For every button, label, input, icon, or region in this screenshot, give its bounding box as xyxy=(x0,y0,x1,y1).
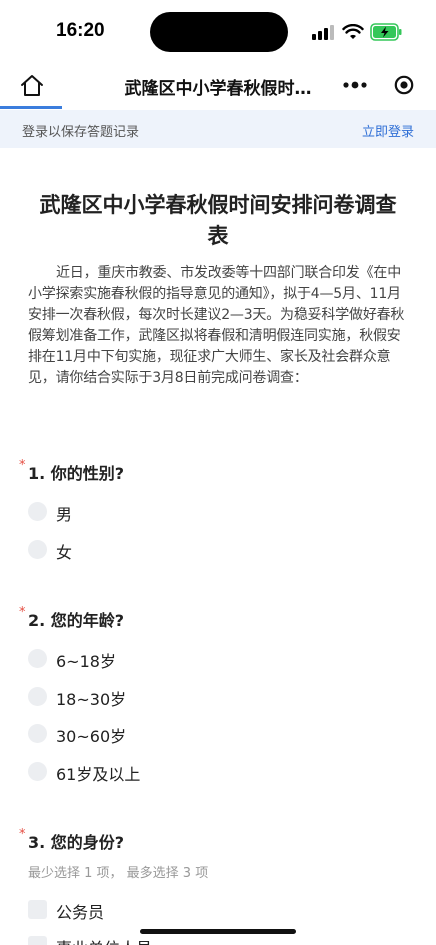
required-mark: * xyxy=(19,827,26,842)
page-title: 武隆区中小学春秋假时… xyxy=(124,79,312,99)
dynamic-island xyxy=(150,12,288,52)
close-mini-program-icon[interactable] xyxy=(394,75,414,95)
question-title: 1. 你的性别? xyxy=(28,464,125,483)
more-icon[interactable] xyxy=(342,76,368,94)
option-label: 18~30岁 xyxy=(56,690,127,709)
login-now-link[interactable]: 立即登录 xyxy=(362,121,414,140)
option-age-61-plus[interactable]: 61岁及以上 xyxy=(28,760,328,784)
status-bar: 16:20 xyxy=(0,0,436,64)
option-label: 公务员 xyxy=(56,903,105,922)
battery-charging-icon xyxy=(370,23,402,41)
checkbox[interactable] xyxy=(28,900,47,919)
radio-button[interactable] xyxy=(28,540,47,559)
radio-button[interactable] xyxy=(28,762,47,781)
required-mark: * xyxy=(19,458,26,473)
question-title: 3. 您的身份? xyxy=(28,833,125,852)
required-mark: * xyxy=(19,605,26,620)
option-label: 事业单位人员 xyxy=(56,935,152,945)
option-age-18-30[interactable]: 18~30岁 xyxy=(28,685,328,709)
option-female[interactable]: 女 xyxy=(28,538,328,562)
option-label: 30~60岁 xyxy=(56,727,127,746)
login-prompt-text: 登录以保存答题记录 xyxy=(22,125,140,140)
option-civil-servant[interactable]: 公务员 xyxy=(28,898,328,922)
survey-title: 武隆区中小学春秋假时间安排问卷调查表 xyxy=(39,193,397,248)
login-banner: 登录以保存答题记录 立即登录 xyxy=(0,110,436,148)
status-time: 16:20 xyxy=(56,20,105,41)
radio-button[interactable] xyxy=(28,649,47,668)
option-label: 61岁及以上 xyxy=(56,765,141,784)
option-label: 女 xyxy=(56,543,73,562)
wifi-icon xyxy=(342,24,364,39)
page-load-progress xyxy=(0,106,62,109)
option-public-institution-staff[interactable]: 事业单位人员 xyxy=(28,934,328,945)
question-title: 2. 您的年龄? xyxy=(28,611,125,630)
radio-button[interactable] xyxy=(28,724,47,743)
option-label: 男 xyxy=(56,505,73,524)
radio-button[interactable] xyxy=(28,687,47,706)
status-icons xyxy=(312,22,404,42)
survey-intro: 近日，重庆市教委、市发改委等十四部门联合印发《在中小学探索实施春秋假的指导意见的… xyxy=(28,265,405,386)
radio-button[interactable] xyxy=(28,502,47,521)
selection-hint: 最少选择 1 项， 最多选择 3 项 xyxy=(28,866,209,881)
option-label: 6~18岁 xyxy=(56,652,116,671)
mini-program-capsule xyxy=(334,68,426,102)
option-age-30-60[interactable]: 30~60岁 xyxy=(28,722,328,746)
option-age-6-18[interactable]: 6~18岁 xyxy=(28,647,328,671)
signal-icon xyxy=(312,25,334,40)
nav-bar: 武隆区中小学春秋假时… xyxy=(0,64,436,109)
checkbox[interactable] xyxy=(28,936,47,945)
home-indicator xyxy=(140,929,296,934)
home-icon[interactable] xyxy=(18,72,46,100)
option-male[interactable]: 男 xyxy=(28,500,328,524)
